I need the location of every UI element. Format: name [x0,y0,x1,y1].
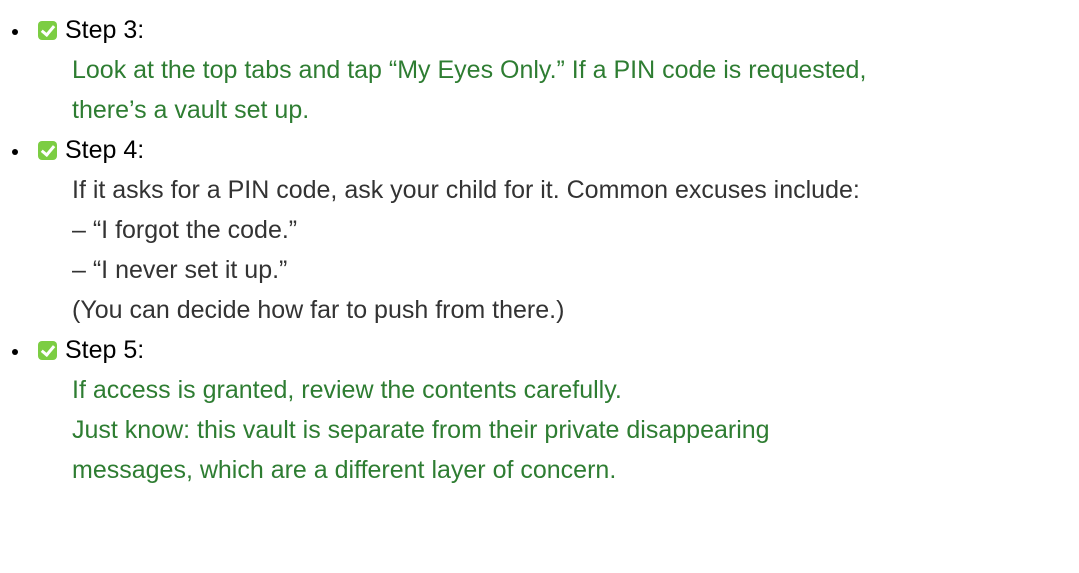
step-text-line: Just know: this vault is separate from t… [72,416,770,444]
check-box-icon [38,20,57,40]
check-box-icon [38,340,57,360]
check-box-icon [38,140,57,160]
step-title: Step 5: [65,336,145,364]
step-text-line: Look at the top tabs and tap “My Eyes On… [72,56,867,84]
step-text-line: messages, which are a different layer of… [72,456,617,484]
step-title: Step 3: [65,16,145,44]
step-text-line: If access is granted, review the content… [72,376,622,404]
step-text-line: (You can decide how far to push from the… [72,296,565,324]
step-header: Step 5: [38,330,1079,370]
step-text-line: – “I forgot the code.” [72,216,298,244]
step-item: Step 5: If access is granted, review the… [0,330,1079,490]
step-header: Step 3: [38,10,1079,50]
step-text-line: there’s a vault set up. [72,96,310,124]
step-text-line: If it asks for a PIN code, ask your chil… [72,176,860,204]
step-item: Step 4: If it asks for a PIN code, ask y… [0,130,1079,330]
step-item: Step 3: Look at the top tabs and tap “My… [0,10,1079,130]
step-text-line: – “I never set it up.” [72,256,288,284]
steps-list: Step 3: Look at the top tabs and tap “My… [0,10,1079,490]
step-title: Step 4: [65,136,145,164]
step-header: Step 4: [38,130,1079,170]
